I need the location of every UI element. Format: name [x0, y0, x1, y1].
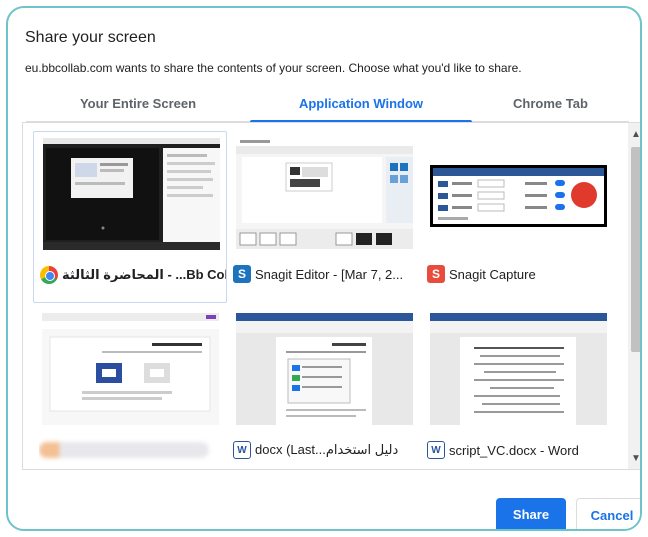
window-title: المحاضرة الثالثة - ...Bb Col — [62, 267, 226, 282]
share-screen-dialog: Share your screen eu.bbcollab.com wants … — [6, 6, 642, 531]
window-preview — [236, 313, 413, 425]
window-preview — [236, 137, 413, 249]
scroll-down-arrow-icon[interactable]: ▼ — [628, 451, 640, 467]
window-label: المحاضرة الثالثة - ...Bb Col — [40, 261, 226, 289]
tab-bar: Your Entire Screen Application Window Ch… — [26, 92, 629, 123]
word-icon: W — [233, 441, 251, 459]
window-title: Snagit Capture — [449, 266, 536, 282]
window-item[interactable]: المحاضرة الثالثة - ...Bb Col — [33, 131, 227, 303]
window-list: المحاضرة الثالثة - ...Bb Col S Snagit Ed… — [22, 122, 640, 470]
window-item[interactable]: S Snagit Capture — [421, 131, 615, 303]
dialog-subtitle: eu.bbcollab.com wants to share the conte… — [25, 61, 522, 75]
window-preview — [430, 313, 607, 425]
blurred-label — [39, 442, 209, 458]
window-item[interactable]: W docx (Last...دليل استخدام — [227, 307, 421, 469]
dialog-title: Share your screen — [25, 29, 156, 46]
vertical-scrollbar[interactable]: ▲ ▼ — [628, 123, 640, 469]
scrollbar-thumb[interactable] — [631, 147, 640, 352]
window-title: docx (Last...دليل استخدام — [255, 442, 399, 457]
window-title: script_VC.docx - Word — [449, 442, 579, 458]
cancel-button[interactable]: Cancel — [576, 498, 640, 529]
window-preview — [43, 138, 220, 250]
window-title: Snagit Editor - [Mar 7, 2... — [255, 266, 404, 282]
snagit-icon: S — [233, 265, 251, 283]
share-button[interactable]: Share — [496, 498, 566, 529]
window-label: W docx (Last...دليل استخدام — [233, 436, 419, 464]
window-preview — [430, 137, 607, 249]
window-label: W script_VC.docx - Word — [427, 436, 613, 464]
window-preview — [42, 313, 219, 425]
tab-chrome-tab[interactable]: Chrome Tab — [472, 92, 629, 122]
tab-entire-screen[interactable]: Your Entire Screen — [26, 92, 250, 122]
word-icon: W — [427, 441, 445, 459]
snagit-capture-icon: S — [427, 265, 445, 283]
window-item[interactable]: S Snagit Editor - [Mar 7, 2... — [227, 131, 421, 303]
scroll-up-arrow-icon[interactable]: ▲ — [628, 127, 640, 143]
window-label: S Snagit Editor - [Mar 7, 2... — [233, 260, 419, 288]
tab-application-window[interactable]: Application Window — [250, 92, 472, 123]
window-item[interactable] — [33, 307, 227, 469]
window-item[interactable]: W script_VC.docx - Word — [421, 307, 615, 469]
window-label — [39, 436, 225, 464]
window-label: S Snagit Capture — [427, 260, 613, 288]
chrome-icon — [40, 266, 58, 284]
